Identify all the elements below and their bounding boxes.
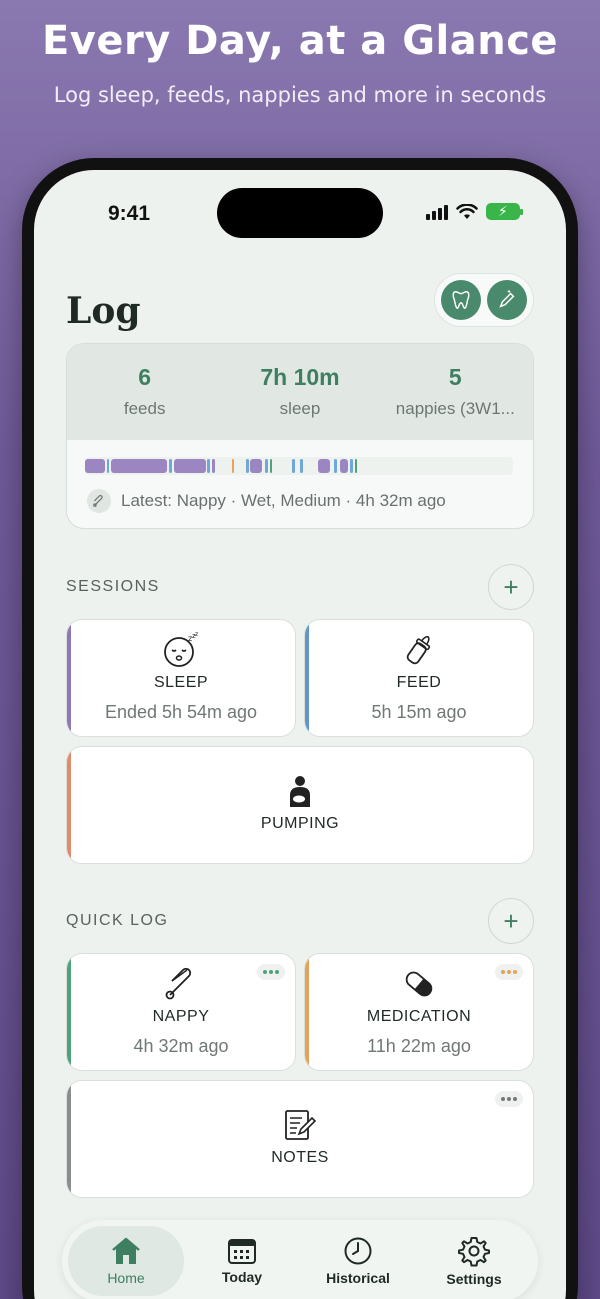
stat-feeds: 6 feeds xyxy=(67,344,222,440)
stat-label: sleep xyxy=(279,399,321,418)
status-time: 9:41 xyxy=(108,202,151,225)
quick-log-heading: QUICK LOG xyxy=(66,912,169,929)
status-icons: ⚡ xyxy=(426,203,523,220)
daily-summary-card[interactable]: 6 feeds 7h 10m sleep 5 nappies (3W1... L… xyxy=(66,343,534,529)
card-label: NOTES xyxy=(271,1149,329,1166)
notes-card[interactable]: NOTES xyxy=(66,1080,534,1198)
tab-historical[interactable]: Historical xyxy=(300,1226,416,1296)
timeline-segment xyxy=(350,459,353,473)
timeline-segment xyxy=(355,459,357,473)
nappy-card[interactable]: NAPPY 4h 32m ago xyxy=(66,953,296,1071)
latest-entry: Latest: Nappy · Wet, Medium · 4h 32m ago xyxy=(87,489,446,513)
timeline-segment xyxy=(169,459,172,473)
timeline-segment xyxy=(246,459,249,473)
cellular-signal-icon xyxy=(426,204,448,220)
timeline-segment xyxy=(174,459,206,473)
tab-label: Home xyxy=(107,1270,145,1286)
timeline-segment xyxy=(334,459,337,473)
card-subtitle: 11h 22m ago xyxy=(367,1036,471,1056)
stat-nappies: 5 nappies (3W1... xyxy=(378,344,533,440)
card-label: SLEEP xyxy=(153,674,209,691)
safety-pin-icon xyxy=(87,489,111,513)
gear-icon xyxy=(458,1237,490,1267)
timeline-segment xyxy=(292,459,295,473)
battery-charging-icon: ⚡ xyxy=(486,203,523,220)
tooth-button[interactable] xyxy=(441,280,481,320)
timeline-segment xyxy=(207,459,210,473)
ai-log-button[interactable] xyxy=(487,280,527,320)
card-accent xyxy=(67,620,71,736)
card-subtitle: 5h 15m ago xyxy=(371,702,467,722)
add-quick-log-button[interactable]: + xyxy=(488,898,534,944)
card-subtitle: 4h 32m ago xyxy=(133,1036,229,1056)
timeline-segment xyxy=(111,459,167,473)
card-accent xyxy=(67,1081,71,1197)
header-actions xyxy=(434,273,534,327)
app-screen: 9:41 ⚡ Log 6 feeds 7h 10m sleep 5 nappie… xyxy=(34,170,566,1299)
card-label: NAPPY xyxy=(152,1008,210,1025)
hero-subtitle: Log sleep, feeds, nappies and more in se… xyxy=(53,83,547,107)
tab-label: Settings xyxy=(446,1271,502,1287)
magic-pencil-icon xyxy=(499,289,515,308)
baby-bottle-icon xyxy=(305,632,533,668)
tab-settings[interactable]: Settings xyxy=(416,1226,532,1296)
tab-home[interactable]: Home xyxy=(68,1226,184,1296)
calendar-icon xyxy=(228,1239,256,1264)
card-accent xyxy=(67,747,71,863)
stat-value: 5 xyxy=(448,364,462,390)
sleeping-face-icon: z z z xyxy=(67,632,295,668)
tab-bar: Home Today Historical Settings xyxy=(62,1220,538,1299)
dynamic-island xyxy=(217,188,383,238)
stat-value: 7h 10m xyxy=(260,364,340,390)
tooth-icon xyxy=(452,291,470,309)
breast-pump-icon xyxy=(67,775,533,809)
page-title: Log xyxy=(66,290,141,332)
card-accent xyxy=(67,954,71,1070)
medication-card[interactable]: MEDICATION 11h 22m ago xyxy=(304,953,534,1071)
summary-stats: 6 feeds 7h 10m sleep 5 nappies (3W1... xyxy=(67,344,533,440)
feed-card[interactable]: FEED 5h 15m ago xyxy=(304,619,534,737)
timeline-segment xyxy=(85,459,105,473)
timeline-segment xyxy=(300,459,303,473)
stat-sleep: 7h 10m sleep xyxy=(222,344,377,440)
card-label: FEED xyxy=(396,674,442,691)
home-icon xyxy=(112,1237,140,1264)
latest-entry-text: Latest: Nappy · Wet, Medium · 4h 32m ago xyxy=(121,491,446,510)
timeline-segment xyxy=(232,459,234,473)
add-session-button[interactable]: + xyxy=(488,564,534,610)
phone-frame: 9:41 ⚡ Log 6 feeds 7h 10m sleep 5 nappie… xyxy=(22,158,578,1299)
clock-icon xyxy=(344,1237,372,1265)
card-subtitle: Ended 5h 54m ago xyxy=(104,702,258,722)
timeline-segment xyxy=(318,459,330,473)
pumping-card[interactable]: PUMPING xyxy=(66,746,534,864)
card-label: PUMPING xyxy=(260,815,340,832)
card-accent xyxy=(305,954,309,1070)
more-options-button[interactable] xyxy=(495,964,523,980)
card-label: MEDICATION xyxy=(366,1008,472,1025)
timeline-segment xyxy=(270,459,272,473)
day-timeline xyxy=(85,457,513,475)
wifi-icon xyxy=(456,203,478,219)
card-accent xyxy=(305,620,309,736)
tab-label: Today xyxy=(221,1269,263,1285)
more-options-button[interactable] xyxy=(257,964,285,980)
timeline-segment xyxy=(340,459,348,473)
timeline-segment xyxy=(107,459,109,473)
sleep-card[interactable]: z z z SLEEP Ended 5h 54m ago xyxy=(66,619,296,737)
timeline-segment xyxy=(265,459,268,473)
stat-value: 6 xyxy=(138,364,152,390)
sessions-heading: SESSIONS xyxy=(66,578,160,595)
timeline-segment xyxy=(250,459,262,473)
more-options-button[interactable] xyxy=(495,1091,523,1107)
stat-label: feeds xyxy=(123,399,166,418)
notepad-icon xyxy=(67,1107,533,1143)
tab-today[interactable]: Today xyxy=(184,1226,300,1296)
tab-label: Historical xyxy=(326,1270,390,1286)
timeline-segment xyxy=(212,459,215,473)
stat-label: nappies (3W1... xyxy=(395,399,515,418)
svg-text:z: z xyxy=(195,632,198,638)
hero-title: Every Day, at a Glance xyxy=(41,18,559,64)
